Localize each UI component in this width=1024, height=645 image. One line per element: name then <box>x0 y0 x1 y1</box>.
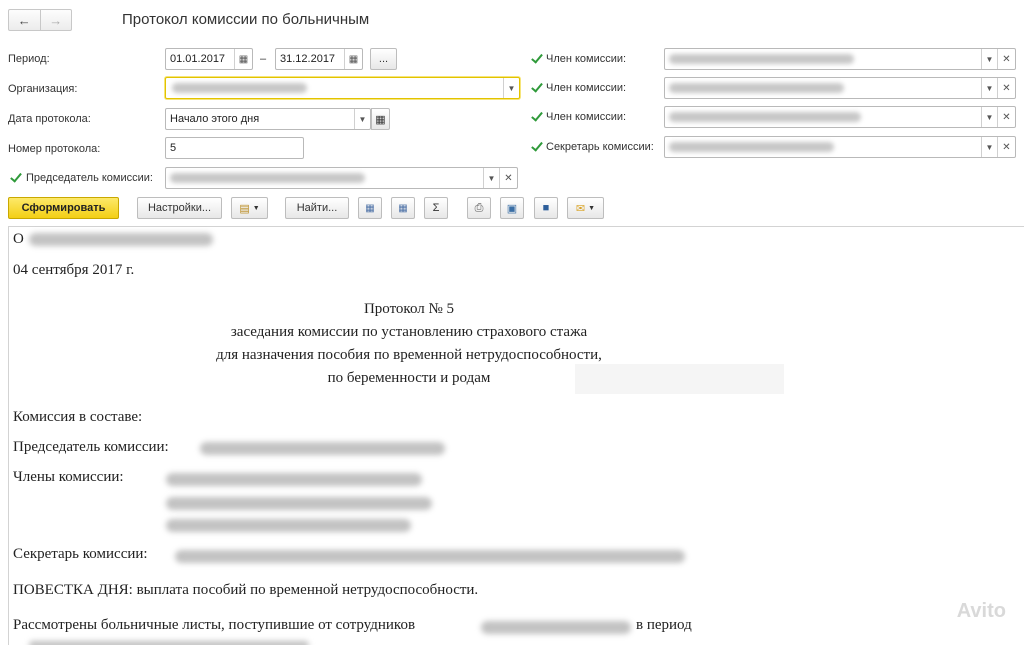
member2-checkbox[interactable] <box>531 82 542 96</box>
secretary-field[interactable]: ▼ ✕ <box>664 136 1016 158</box>
redacted-text <box>481 621 631 634</box>
watermark-logo: Avito <box>956 600 1006 622</box>
chevron-down-icon[interactable]: ▼ <box>981 49 997 69</box>
close-icon[interactable]: ✕ <box>997 137 1015 157</box>
secretary-checkbox[interactable] <box>531 141 542 155</box>
redacted-text <box>170 173 365 183</box>
secretary-label: Секретарь комиссии: <box>546 141 654 153</box>
redacted-text <box>166 519 411 532</box>
protocol-number-field[interactable]: 5 <box>165 137 304 159</box>
redacted-text <box>172 83 307 93</box>
secretary-line: Секретарь комиссии: <box>13 546 148 562</box>
print-icon[interactable]: ⎙ <box>467 197 491 219</box>
checkmark-icon <box>10 172 21 183</box>
redacted-text <box>669 112 861 122</box>
save-icon[interactable]: ■ <box>534 197 558 219</box>
period-to-value: 31.12.2017 <box>280 53 336 65</box>
report-date: 04 сентября 2017 г. <box>13 262 135 278</box>
member3-label: Член комиссии: <box>546 111 627 123</box>
period-to-field[interactable]: 31.12.2017 ▦ <box>275 48 363 70</box>
email-button[interactable]: ✉ ▼ <box>567 197 604 219</box>
close-icon[interactable]: ✕ <box>997 78 1015 98</box>
protocol-number-label: Номер протокола: <box>8 143 101 155</box>
chevron-down-icon[interactable]: ▼ <box>981 137 997 157</box>
checkmark-icon <box>531 82 542 93</box>
envelope-icon: ✉ <box>575 202 586 215</box>
redacted-text <box>166 497 432 510</box>
period-select-button[interactable]: ... <box>370 48 397 70</box>
composition-label: Комиссия в составе: <box>13 409 143 425</box>
redacted-text <box>669 142 834 152</box>
member1-checkbox[interactable] <box>531 53 542 67</box>
report-document: О 04 сентября 2017 г. Протокол № 5 засед… <box>8 226 1024 645</box>
protocol-date-label: Дата протокола: <box>8 113 91 125</box>
redacted-text <box>29 641 309 645</box>
protocol-heading: Протокол № 5 <box>363 301 455 317</box>
expand-groups-icon[interactable]: ▦ <box>391 197 415 219</box>
folder-icon: ▤ <box>239 202 250 215</box>
close-icon[interactable]: ✕ <box>997 107 1015 127</box>
chevron-down-icon[interactable]: ▼ <box>483 168 499 188</box>
preview-icon[interactable]: ▣ <box>500 197 524 219</box>
chairman-checkbox[interactable] <box>10 172 21 186</box>
collapse-groups-icon[interactable]: ▦ <box>358 197 382 219</box>
chevron-down-icon[interactable]: ▼ <box>354 109 370 129</box>
find-button[interactable]: Найти... <box>285 197 349 219</box>
highlight-cell <box>575 364 784 394</box>
member2-label: Член комиссии: <box>546 82 627 94</box>
chevron-down-icon[interactable]: ▼ <box>981 78 997 98</box>
protocol-date-field[interactable]: Начало этого дня ▼ <box>165 108 371 130</box>
redacted-text <box>200 442 445 455</box>
redacted-text <box>175 550 685 563</box>
chairman-field[interactable]: ▼ ✕ <box>165 167 518 189</box>
checkmark-icon <box>531 111 542 122</box>
forward-arrow-icon[interactable]: → <box>39 10 72 30</box>
period-from-field[interactable]: 01.01.2017 ▦ <box>165 48 253 70</box>
chevron-down-icon[interactable]: ▼ <box>981 107 997 127</box>
checkmark-icon <box>531 141 542 152</box>
close-icon[interactable]: ✕ <box>997 49 1015 69</box>
organization-label: Организация: <box>8 83 78 95</box>
variants-button[interactable]: ▤ ▼ <box>231 197 268 219</box>
period-suffix: в период <box>636 617 692 633</box>
member3-field[interactable]: ▼ ✕ <box>664 106 1016 128</box>
protocol-date-value: Начало этого дня <box>170 113 260 125</box>
chevron-down-icon: ▼ <box>588 204 596 212</box>
member3-checkbox[interactable] <box>531 111 542 125</box>
chairman-label: Председатель комиссии: <box>26 172 153 184</box>
chevron-down-icon: ▼ <box>252 204 260 212</box>
calendar-icon[interactable]: ▦ <box>234 49 252 69</box>
redacted-text <box>166 473 422 486</box>
redacted-text <box>29 233 213 246</box>
organization-field[interactable]: ▼ <box>165 77 520 99</box>
period-from-value: 01.01.2017 <box>170 53 226 65</box>
member2-field[interactable]: ▼ ✕ <box>664 77 1016 99</box>
redacted-text <box>669 83 844 93</box>
navigation-buttons: ← → <box>8 9 72 31</box>
org-name-prefix: О <box>13 231 24 247</box>
chairman-line: Председатель комиссии: <box>13 439 169 455</box>
back-arrow-icon[interactable]: ← <box>9 10 40 30</box>
member1-field[interactable]: ▼ ✕ <box>664 48 1016 70</box>
protocol-number-value: 5 <box>170 142 177 154</box>
protocol-subheading-1: заседания комиссии по установлению страх… <box>230 324 588 340</box>
period-label: Период: <box>8 53 50 65</box>
members-line: Члены комиссии: <box>13 469 124 485</box>
settings-button[interactable]: Настройки... <box>137 197 222 219</box>
redacted-text <box>669 54 854 64</box>
window-title: Протокол комиссии по больничным <box>122 11 370 28</box>
reviewed-line: Рассмотрены больничные листы, поступивши… <box>13 617 416 633</box>
generate-button[interactable]: Сформировать <box>8 197 119 219</box>
calendar-icon[interactable]: ▦ <box>371 108 390 130</box>
protocol-subheading-2: для назначения пособия по временной нетр… <box>216 347 602 363</box>
checkmark-icon <box>531 53 542 64</box>
sum-icon[interactable]: Σ <box>424 197 448 219</box>
member1-label: Член комиссии: <box>546 53 627 65</box>
period-dash: – <box>260 53 267 65</box>
calendar-icon[interactable]: ▦ <box>344 49 362 69</box>
chevron-down-icon[interactable]: ▼ <box>503 78 519 98</box>
close-icon[interactable]: ✕ <box>499 168 517 188</box>
agenda-line: ПОВЕСТКА ДНЯ: выплата пособий по временн… <box>13 582 479 598</box>
